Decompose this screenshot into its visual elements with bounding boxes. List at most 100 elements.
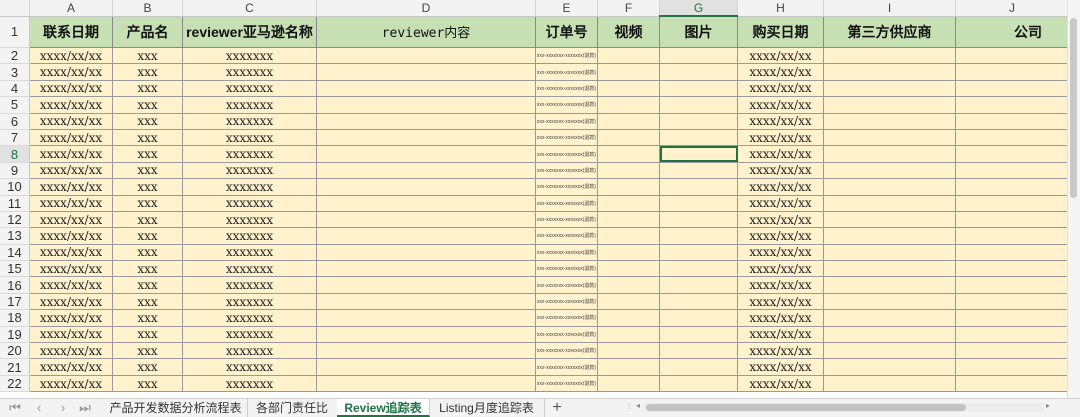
- column-header-i[interactable]: I: [823, 0, 956, 17]
- header-cell[interactable]: 联系日期: [29, 16, 113, 48]
- grid-cell[interactable]: xxxxxxx: [182, 293, 317, 311]
- grid-cell[interactable]: [955, 145, 1069, 163]
- grid-cell[interactable]: [659, 276, 738, 294]
- table-row[interactable]: 8 xxxx/xx/xx xxx xxxxxxx xxx-xxxxxxx-xxxxxxx…: [0, 145, 1069, 163]
- grid-cell[interactable]: [597, 195, 660, 212]
- grid-cell[interactable]: xxxx/xx/xx: [737, 375, 824, 393]
- grid-cell[interactable]: [597, 244, 660, 262]
- grid-cell[interactable]: [955, 211, 1069, 229]
- grid-cell[interactable]: xxxxxxx: [182, 260, 317, 278]
- row-number[interactable]: 9: [0, 162, 30, 180]
- split-handle-icon[interactable]: ⁞: [628, 402, 632, 413]
- spreadsheet-grid[interactable]: ABCDEFGHIJ 1 联系日期 产品名 reviewer亚马逊名称 reviewe…: [0, 0, 1080, 398]
- grid-cell[interactable]: xxxx/xx/xx: [737, 129, 824, 147]
- grid-cell[interactable]: xxx: [112, 162, 183, 180]
- grid-cell[interactable]: [316, 162, 536, 180]
- grid-cell[interactable]: xxxx/xx/xx: [29, 162, 113, 180]
- grid-cell[interactable]: xxxx/xx/xx: [737, 309, 824, 327]
- table-row[interactable]: 13 xxxx/xx/xx xxx xxxxxxx xxx-xxxxxxx-xxxxxx…: [0, 227, 1069, 245]
- grid-cell[interactable]: xxxxxxx: [182, 227, 317, 245]
- table-row[interactable]: 18 xxxx/xx/xx xxx xxxxxxx xxx-xxxxxxx-xxxxxx…: [0, 309, 1069, 327]
- table-row[interactable]: 11 xxxx/xx/xx xxx xxxxxxx xxx-xxxxxxx-xxxxxx…: [0, 195, 1069, 212]
- table-row[interactable]: 5 xxxx/xx/xx xxx xxxxxxx xxx-xxxxxxx-xxxxxxx…: [0, 96, 1069, 114]
- grid-cell[interactable]: [955, 80, 1069, 98]
- grid-cell[interactable]: xxxxxxx: [182, 375, 317, 393]
- grid-cell[interactable]: xxxxxxx: [182, 63, 317, 81]
- grid-cell[interactable]: xxx: [112, 342, 183, 360]
- grid-cell[interactable]: xxx-xxxxxxx-xxxxxxx(退款): [535, 276, 598, 294]
- grid-cell[interactable]: xxx: [112, 113, 183, 130]
- grid-cell[interactable]: xxxx/xx/xx: [29, 195, 113, 212]
- grid-cell[interactable]: [955, 293, 1069, 311]
- grid-cell[interactable]: [316, 227, 536, 245]
- grid-cell[interactable]: xxx: [112, 309, 183, 327]
- row-number[interactable]: 3: [0, 63, 30, 81]
- grid-cell[interactable]: xxxxxxx: [182, 145, 317, 163]
- grid-cell[interactable]: xxx: [112, 195, 183, 212]
- grid-cell[interactable]: xxxx/xx/xx: [737, 211, 824, 229]
- grid-cell[interactable]: [823, 326, 956, 344]
- horizontal-scroll-thumb[interactable]: [646, 404, 966, 411]
- grid-cell[interactable]: xxx-xxxxxxx-xxxxxxx(退款): [535, 211, 598, 229]
- column-header-e[interactable]: E: [535, 0, 598, 17]
- select-all-corner[interactable]: [0, 0, 30, 17]
- scroll-right-icon[interactable]: ▸: [1046, 401, 1050, 410]
- grid-cell[interactable]: [823, 63, 956, 81]
- grid-cell[interactable]: [316, 375, 536, 393]
- grid-cell[interactable]: xxxx/xx/xx: [737, 96, 824, 114]
- grid-cell[interactable]: xxx: [112, 145, 183, 163]
- vertical-scrollbar[interactable]: [1067, 0, 1080, 398]
- prev-sheet-icon[interactable]: ‹: [30, 399, 48, 417]
- grid-cell[interactable]: xxxx/xx/xx: [737, 293, 824, 311]
- grid-cell[interactable]: [659, 260, 738, 278]
- grid-cell[interactable]: xxx: [112, 129, 183, 147]
- grid-cell[interactable]: [955, 342, 1069, 360]
- grid-cell[interactable]: xxxx/xx/xx: [737, 80, 824, 98]
- row-number[interactable]: 15: [0, 260, 30, 278]
- row-number[interactable]: 11: [0, 195, 30, 212]
- grid-cell[interactable]: xxx-xxxxxxx-xxxxxxx(退款): [535, 80, 598, 98]
- grid-cell[interactable]: xxxxxxx: [182, 244, 317, 262]
- grid-cell[interactable]: [823, 309, 956, 327]
- grid-cell[interactable]: [597, 129, 660, 147]
- row-number[interactable]: 18: [0, 309, 30, 327]
- grid-cell[interactable]: [955, 195, 1069, 212]
- grid-cell[interactable]: xxxx/xx/xx: [29, 309, 113, 327]
- grid-cell[interactable]: xxxx/xx/xx: [29, 80, 113, 98]
- row-number[interactable]: 14: [0, 244, 30, 262]
- grid-cell[interactable]: [659, 129, 738, 147]
- grid-cell[interactable]: [597, 162, 660, 180]
- row-number[interactable]: 19: [0, 326, 30, 344]
- grid-cell[interactable]: [597, 326, 660, 344]
- grid-cell[interactable]: [597, 96, 660, 114]
- row-number[interactable]: 5: [0, 96, 30, 114]
- grid-cell[interactable]: xxx-xxxxxxx-xxxxxxx(退款): [535, 342, 598, 360]
- grid-cell[interactable]: xxxxxxx: [182, 276, 317, 294]
- grid-cell[interactable]: xxxx/xx/xx: [29, 63, 113, 81]
- grid-cell[interactable]: xxx: [112, 63, 183, 81]
- grid-cell[interactable]: [316, 63, 536, 81]
- row-number[interactable]: 20: [0, 342, 30, 360]
- grid-cell[interactable]: [823, 47, 956, 65]
- grid-cell[interactable]: [659, 80, 738, 98]
- first-sheet-icon[interactable]: ⏮: [6, 399, 24, 417]
- grid-cell[interactable]: [955, 358, 1069, 376]
- grid-cell[interactable]: [955, 227, 1069, 245]
- grid-cell[interactable]: xxxx/xx/xx: [29, 211, 113, 229]
- grid-cell[interactable]: [955, 309, 1069, 327]
- table-row[interactable]: 6 xxxx/xx/xx xxx xxxxxxx xxx-xxxxxxx-xxxxxxx…: [0, 113, 1069, 130]
- grid-cell[interactable]: [823, 227, 956, 245]
- grid-cell[interactable]: xxxx/xx/xx: [29, 96, 113, 114]
- header-cell[interactable]: 购买日期: [737, 16, 824, 48]
- grid-cell[interactable]: xxx-xxxxxxx-xxxxxxx(退款): [535, 326, 598, 344]
- grid-cell[interactable]: [659, 358, 738, 376]
- table-row[interactable]: 22 xxxx/xx/xx xxx xxxxxxx xxx-xxxxxxx-xxxxxx…: [0, 375, 1069, 393]
- grid-cell[interactable]: [823, 342, 956, 360]
- table-row[interactable]: 4 xxxx/xx/xx xxx xxxxxxx xxx-xxxxxxx-xxxxxxx…: [0, 80, 1069, 98]
- grid-cell[interactable]: [659, 293, 738, 311]
- grid-cell[interactable]: [597, 80, 660, 98]
- grid-cell[interactable]: xxx: [112, 293, 183, 311]
- grid-cell[interactable]: xxx-xxxxxxx-xxxxxxx(退款): [535, 96, 598, 114]
- grid-cell[interactable]: [955, 63, 1069, 81]
- grid-cell[interactable]: [597, 358, 660, 376]
